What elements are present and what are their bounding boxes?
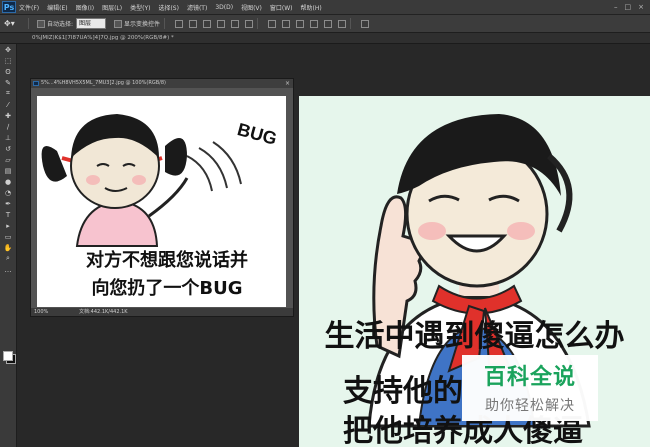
menu-3d[interactable]: 3D(D) xyxy=(215,4,233,11)
auto-align-icon[interactable] xyxy=(361,19,370,28)
main-meme-line2: 支持他的 xyxy=(343,374,463,409)
pen-tool-icon[interactable]: ✒ xyxy=(0,198,16,209)
align-right-icon[interactable] xyxy=(245,19,254,28)
watermark-title: 百科全说 xyxy=(483,365,576,390)
menu-select[interactable]: 选择(S) xyxy=(158,3,179,12)
marquee-tool-icon[interactable]: ⬚ xyxy=(0,55,16,66)
floating-window-statusbar: 100% 文档:442.1K/442.1K xyxy=(31,308,293,316)
show-transform-checkbox[interactable] xyxy=(114,19,123,28)
left-meme-line2: 向您扔了一个BUG xyxy=(91,278,243,299)
auto-select-checkbox[interactable] xyxy=(37,19,45,28)
main-meme-line1: 生活中遇到傻逼怎么办 xyxy=(324,319,625,354)
document-tab-bar: 0%JMIZ)K$1[7I87UA%]4]7Q.jpg @ 200%(RGB/8… xyxy=(0,33,650,44)
align-left-icon[interactable] xyxy=(217,19,226,28)
photoshop-logo: Ps xyxy=(2,1,16,13)
zoom-level[interactable]: 100% xyxy=(34,308,48,316)
menu-layer[interactable]: 图层(L) xyxy=(102,3,122,12)
align-bottom-icon[interactable] xyxy=(203,19,212,28)
move-tool-icon[interactable]: ✥▾ xyxy=(4,18,20,29)
menu-file[interactable]: 文件(F) xyxy=(19,3,39,12)
maximize-icon[interactable]: □ xyxy=(625,3,632,11)
close-icon[interactable]: × xyxy=(285,79,290,88)
divider xyxy=(350,18,352,29)
menu-image[interactable]: 图像(I) xyxy=(76,3,94,12)
distribute-hcenter-icon[interactable] xyxy=(324,19,333,28)
menu-window[interactable]: 窗口(W) xyxy=(270,3,293,12)
menu-edit[interactable]: 编辑(E) xyxy=(47,3,67,12)
menu-help[interactable]: 帮助(H) xyxy=(301,3,322,12)
align-top-icon[interactable] xyxy=(175,19,184,28)
divider xyxy=(164,18,166,29)
more-tools-icon[interactable]: … xyxy=(0,264,16,275)
distribute-right-icon[interactable] xyxy=(338,19,347,28)
gradient-tool-icon[interactable]: ▤ xyxy=(0,165,16,176)
tools-panel: ✥ ⬚ ʘ ✎ ⌗ ⁄ ✚ ∕ ⊥ ↺ ▱ ▤ ● ◔ ✒ T ▸ ▭ ✋ ⌕ … xyxy=(0,44,17,447)
align-hcenter-icon[interactable] xyxy=(231,19,240,28)
blur-tool-icon[interactable]: ● xyxy=(0,176,16,187)
distribute-vcenter-icon[interactable] xyxy=(282,19,291,28)
path-select-tool-icon[interactable]: ▸ xyxy=(0,220,16,231)
shape-tool-icon[interactable]: ▭ xyxy=(0,231,16,242)
floating-window-canvas: BUG 对方不想跟您说话并 向您扔了一个BUG xyxy=(37,96,286,307)
crop-tool-icon[interactable]: ⌗ xyxy=(0,88,16,99)
zoom-tool-icon[interactable]: ⌕ xyxy=(0,253,16,264)
lasso-tool-icon[interactable]: ʘ xyxy=(0,66,16,77)
floating-window-titlebar[interactable]: 5%...4%H8VH5X5ML_7MU3]2.jpg @ 100%(RGB/8… xyxy=(31,79,293,88)
quick-select-tool-icon[interactable]: ✎ xyxy=(0,77,16,88)
floating-document-window[interactable]: 5%...4%H8VH5X5ML_7MU3]2.jpg @ 100%(RGB/8… xyxy=(30,78,294,317)
divider xyxy=(28,18,29,29)
auto-select-label: 自动选择: xyxy=(47,21,74,28)
watermark-badge: 百科全说 助你轻松解决 xyxy=(462,355,598,421)
brush-tool-icon[interactable]: ∕ xyxy=(0,121,16,132)
menu-type[interactable]: 类型(Y) xyxy=(130,3,150,12)
align-vcenter-icon[interactable] xyxy=(189,19,198,28)
healing-tool-icon[interactable]: ✚ xyxy=(0,110,16,121)
close-icon[interactable]: × xyxy=(638,3,644,11)
menu-bar: Ps 文件(F) 编辑(E) 图像(I) 图层(L) 类型(Y) 选择(S) 滤… xyxy=(0,0,650,15)
menu-filter[interactable]: 滤镜(T) xyxy=(187,3,207,12)
eyedropper-tool-icon[interactable]: ⁄ xyxy=(0,99,16,110)
stamp-tool-icon[interactable]: ⊥ xyxy=(0,132,16,143)
watermark-subtitle: 助你轻松解决 xyxy=(485,398,575,414)
options-bar: ✥▾ 自动选择: 图层 显示变换控件 xyxy=(0,15,650,33)
auto-select-dropdown[interactable]: 图层 xyxy=(76,18,107,29)
hand-tool-icon[interactable]: ✋ xyxy=(0,242,16,253)
type-tool-icon[interactable]: T xyxy=(0,209,16,220)
divider xyxy=(257,18,259,29)
dodge-tool-icon[interactable]: ◔ xyxy=(0,187,16,198)
eraser-tool-icon[interactable]: ▱ xyxy=(0,154,16,165)
distribute-left-icon[interactable] xyxy=(310,19,319,28)
move-tool-icon[interactable]: ✥ xyxy=(0,44,16,55)
ps-doc-icon xyxy=(33,81,39,86)
foreground-color-swatch[interactable] xyxy=(3,351,13,361)
menu-view[interactable]: 视图(V) xyxy=(241,3,262,12)
minimize-icon[interactable]: – xyxy=(614,3,618,11)
left-meme-line1: 对方不想跟您说话并 xyxy=(86,250,248,271)
history-brush-tool-icon[interactable]: ↺ xyxy=(0,143,16,154)
distribute-bottom-icon[interactable] xyxy=(296,19,305,28)
distribute-top-icon[interactable] xyxy=(268,19,277,28)
show-transform-label: 显示变换控件 xyxy=(124,21,161,28)
document-tab[interactable]: 0%JMIZ)K$1[7I87UA%]4]7Q.jpg @ 200%(RGB/8… xyxy=(26,33,180,43)
floating-window-title: 5%...4%H8VH5X5ML_7MU3]2.jpg @ 100%(RGB/8… xyxy=(41,80,166,86)
document-size-info[interactable]: 文档:442.1K/442.1K xyxy=(79,308,128,316)
